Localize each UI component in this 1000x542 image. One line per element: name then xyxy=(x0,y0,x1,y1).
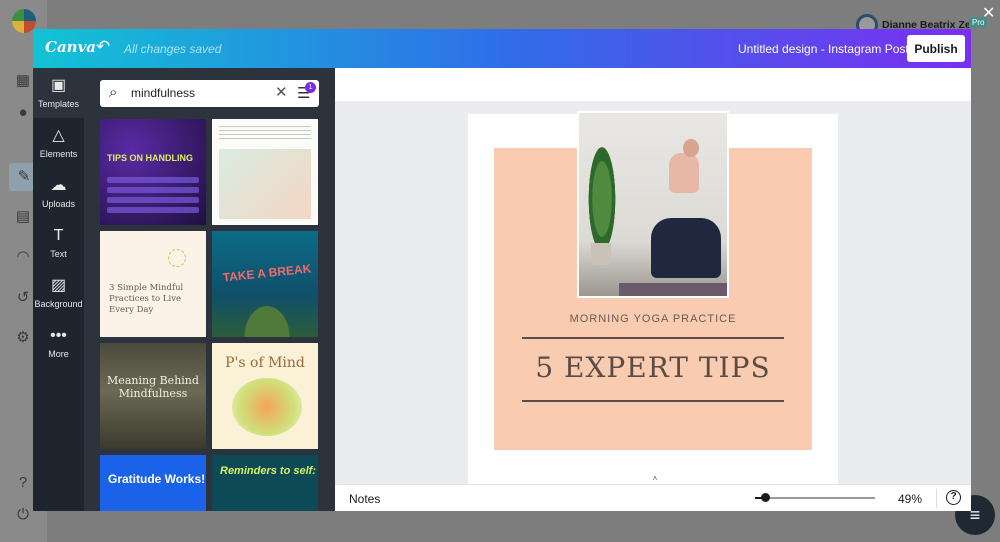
pot-shape xyxy=(591,243,611,265)
rail-label: Text xyxy=(50,249,67,259)
template-decoration xyxy=(219,149,311,219)
template-text: Gratitude Works! xyxy=(108,472,206,486)
rail-item-text[interactable]: T Text xyxy=(33,218,84,268)
template-thumbnail[interactable]: P's of Mind xyxy=(212,343,318,449)
templates-panel: ⌕ ✕ ☰ 1 TIPS ON HANDLING 3 Simple Mindfu… xyxy=(84,68,335,511)
template-thumbnail[interactable]: Reminders to self: xyxy=(212,455,318,511)
publish-button[interactable]: Publish xyxy=(907,35,965,62)
template-text: 3 Simple Mindful Practices to Live Every… xyxy=(109,283,184,315)
elements-icon: △ xyxy=(52,127,65,144)
history-icon[interactable]: ↺ xyxy=(14,289,32,307)
yoga-photo[interactable] xyxy=(579,113,727,296)
person-legs-shape xyxy=(651,218,721,278)
search-input[interactable] xyxy=(131,86,271,100)
rail-label: Elements xyxy=(39,149,78,159)
close-modal-icon[interactable]: ✕ xyxy=(982,3,995,23)
person-torso-shape xyxy=(669,153,699,193)
template-thumbnail[interactable]: Gratitude Works! xyxy=(100,455,206,511)
help-icon[interactable]: ? xyxy=(946,490,961,505)
zoom-slider[interactable] xyxy=(757,497,875,499)
template-decoration xyxy=(107,177,199,217)
zoom-slider-thumb[interactable] xyxy=(761,493,770,502)
template-decoration xyxy=(232,378,302,436)
rss-icon[interactable]: ◠ xyxy=(14,248,32,266)
template-decoration xyxy=(219,126,311,142)
divider-line[interactable] xyxy=(522,337,784,339)
rail-label: Uploads xyxy=(41,199,76,209)
clear-search-icon[interactable]: ✕ xyxy=(275,83,288,101)
coin-icon[interactable]: ● xyxy=(14,104,32,122)
rail-item-templates[interactable]: ▣ Templates xyxy=(33,68,84,118)
person-head-shape xyxy=(683,139,699,157)
more-icon: ••• xyxy=(50,327,67,344)
background-icon: ▨ xyxy=(50,277,67,294)
template-text: Meaning Behind Mindfulness xyxy=(107,374,199,400)
editor-topbar: Canva ↶ All changes saved Untitled desig… xyxy=(33,29,971,68)
template-thumbnail[interactable]: 3 Simple Mindful Practices to Live Every… xyxy=(100,231,206,337)
rail-item-more[interactable]: ••• More xyxy=(33,318,84,368)
rail-item-elements[interactable]: △ Elements xyxy=(33,118,84,168)
document-title[interactable]: Untitled design - Instagram Post xyxy=(738,42,909,56)
template-decoration xyxy=(232,289,302,337)
yoga-mat-shape xyxy=(619,283,727,296)
rail-item-uploads[interactable]: ☁ Uploads xyxy=(33,168,84,218)
notes-button[interactable]: Notes xyxy=(349,492,380,506)
rail-label: More xyxy=(48,349,69,359)
template-text: TIPS ON HANDLING xyxy=(107,153,194,163)
template-thumbnail[interactable]: Meaning Behind Mindfulness xyxy=(100,343,206,449)
design-subtitle[interactable]: MORNING YOGA PRACTICE xyxy=(494,313,812,325)
save-status: All changes saved xyxy=(124,42,222,56)
template-thumbnail[interactable]: TIPS ON HANDLING xyxy=(100,119,206,225)
template-text: P's of Mind xyxy=(225,355,305,371)
divider-line[interactable] xyxy=(522,400,784,402)
template-thumbnail[interactable]: TAKE A BREAK xyxy=(212,231,318,337)
text-icon: T xyxy=(53,227,64,244)
power-icon[interactable]: ⏻ xyxy=(14,506,32,524)
canvas-toolbar xyxy=(335,68,971,101)
rail-item-background[interactable]: ▨ Background xyxy=(33,268,84,318)
left-rail: ▣ Templates △ Elements ☁ Uploads T Text … xyxy=(33,68,84,511)
template-text: TAKE A BREAK xyxy=(222,261,312,285)
settings-icon[interactable]: ⚙ xyxy=(14,329,32,347)
plant-icon xyxy=(585,133,619,243)
template-text: Reminders to self: xyxy=(220,465,316,477)
forms-icon[interactable]: ▤ xyxy=(14,208,32,226)
filter-count-badge: 1 xyxy=(305,82,316,93)
design-headline[interactable]: 5 EXPERT TIPS xyxy=(494,351,812,384)
help-circle-icon[interactable]: ? xyxy=(14,474,32,492)
template-decoration xyxy=(168,249,186,267)
template-thumbnail[interactable] xyxy=(212,119,318,225)
bottom-divider xyxy=(936,489,937,508)
rail-label: Background xyxy=(34,299,83,309)
uploads-icon: ☁ xyxy=(50,177,67,194)
rail-label: Templates xyxy=(37,99,80,109)
canva-editor-modal: Canva ↶ All changes saved Untitled desig… xyxy=(33,29,971,511)
canva-logo: Canva xyxy=(45,38,96,56)
search-icon: ⌕ xyxy=(109,84,118,101)
page-up-chevron-icon[interactable]: ˄ xyxy=(628,473,682,484)
undo-icon[interactable]: ↶ xyxy=(96,37,110,57)
dashboard-icon[interactable]: ▦ xyxy=(14,72,32,90)
bottom-bar: Notes 49% ? xyxy=(335,484,971,511)
zoom-level[interactable]: 49% xyxy=(898,492,922,506)
template-search: ⌕ ✕ ☰ 1 xyxy=(100,80,319,107)
templates-icon: ▣ xyxy=(50,77,67,94)
